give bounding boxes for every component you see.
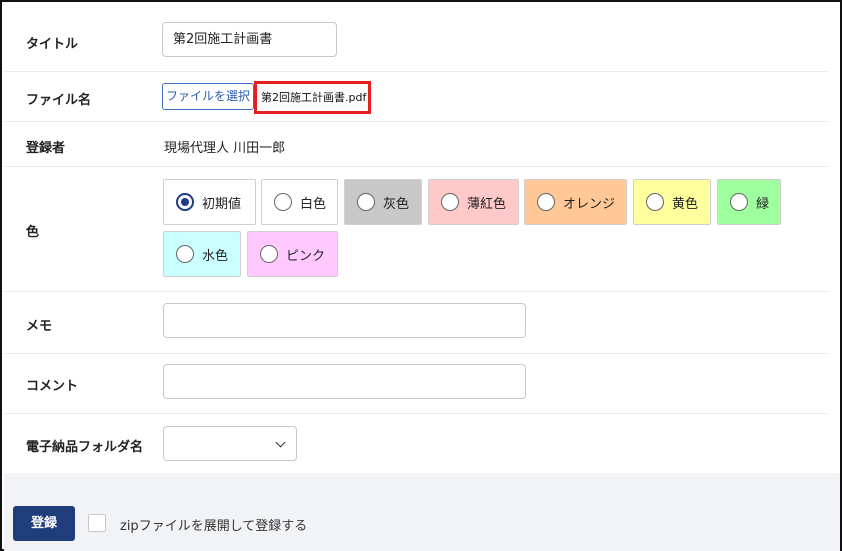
- radio-icon[interactable]: [441, 193, 459, 211]
- title-label: タイトル: [26, 37, 79, 52]
- radio-icon[interactable]: [357, 193, 375, 211]
- color-option-pink[interactable]: ピンク: [247, 231, 338, 277]
- file-row: ファイル名: [4, 72, 828, 122]
- radio-icon[interactable]: [260, 245, 278, 263]
- color-option-label: 黄色: [672, 196, 699, 212]
- register-button[interactable]: 登録: [13, 506, 75, 541]
- color-option-label: ピンク: [286, 248, 326, 264]
- color-option-green[interactable]: 緑: [717, 179, 781, 225]
- form-footer: [4, 473, 840, 551]
- radio-icon[interactable]: [176, 245, 194, 263]
- title-row: タイトル: [4, 2, 828, 72]
- color-option-label: 緑: [756, 196, 770, 212]
- color-option-label: 水色: [202, 248, 229, 264]
- color-option-default[interactable]: 初期値: [163, 179, 256, 225]
- radio-icon[interactable]: [730, 193, 748, 211]
- radio-icon[interactable]: [176, 193, 194, 211]
- folder-label: 電子納品フォルダ名: [26, 440, 144, 455]
- chevron-down-icon: [275, 437, 286, 448]
- file-label: ファイル名: [26, 93, 92, 108]
- color-option-white[interactable]: 白色: [261, 179, 338, 225]
- radio-icon[interactable]: [537, 193, 555, 211]
- registrant-row: 登録者: [4, 122, 828, 167]
- comment-label: コメント: [26, 379, 79, 394]
- color-option-light-blue[interactable]: 水色: [163, 231, 241, 277]
- color-option-label: 初期値: [202, 196, 242, 212]
- color-option-light-red[interactable]: 薄紅色: [428, 179, 519, 225]
- radio-icon[interactable]: [646, 193, 664, 211]
- color-option-orange[interactable]: オレンジ: [524, 179, 627, 225]
- registrant-label: 登録者: [26, 141, 66, 156]
- comment-input[interactable]: [163, 364, 526, 399]
- title-input[interactable]: 第2回施工計画書: [162, 22, 337, 57]
- zip-expand-checkbox[interactable]: [88, 514, 106, 532]
- zip-expand-label: zipファイルを展開して登録する: [120, 519, 308, 534]
- color-option-label: 薄紅色: [467, 196, 507, 212]
- folder-select[interactable]: [163, 426, 297, 461]
- registrant-value: 現場代理人 川田一郎: [164, 141, 286, 156]
- color-label: 色: [26, 225, 40, 240]
- folder-row: 電子納品フォルダ名: [4, 414, 828, 473]
- form-panel: タイトル 第2回施工計画書 ファイル名 ファイルを選択 第2回施工計画書.pdf…: [0, 0, 842, 551]
- choose-file-button[interactable]: ファイルを選択: [162, 83, 254, 110]
- memo-input[interactable]: [163, 303, 526, 338]
- color-option-yellow[interactable]: 黄色: [633, 179, 711, 225]
- color-option-label: オレンジ: [563, 196, 616, 212]
- memo-label: メモ: [26, 319, 53, 334]
- color-option-gray[interactable]: 灰色: [344, 179, 422, 225]
- selected-file-name: 第2回施工計画書.pdf: [254, 81, 371, 114]
- radio-icon[interactable]: [274, 193, 292, 211]
- color-option-label: 白色: [300, 196, 327, 212]
- color-option-label: 灰色: [383, 196, 410, 212]
